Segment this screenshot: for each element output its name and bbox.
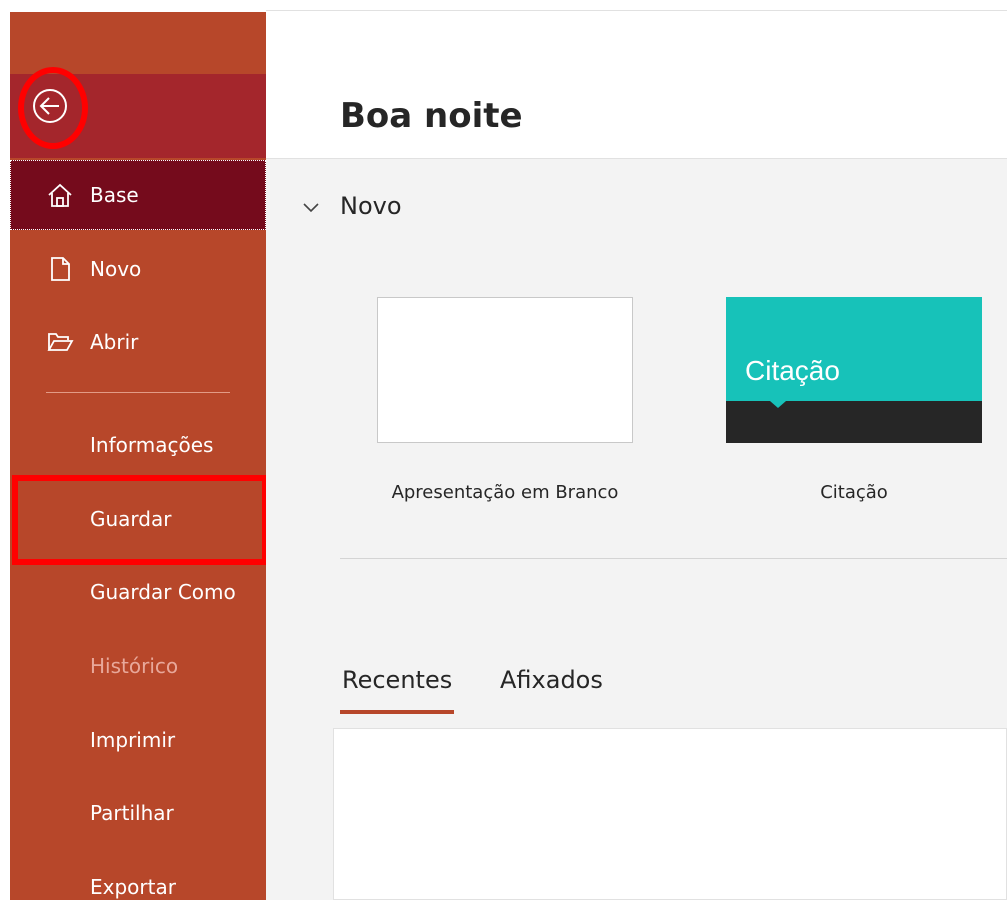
collapse-new-section-button[interactable] xyxy=(300,196,322,218)
sidebar-item-informacoes[interactable]: Informações xyxy=(10,410,266,480)
sidebar-item-label: Novo xyxy=(90,257,142,281)
page-title: Boa noite xyxy=(340,96,523,136)
window-top-border xyxy=(266,10,1007,11)
back-arrow-circle-icon xyxy=(33,89,67,123)
sidebar-item-label: Guardar xyxy=(90,507,172,531)
section-title-new: Novo xyxy=(340,192,402,220)
sidebar-item-label: Partilhar xyxy=(90,801,174,825)
sidebar-item-novo[interactable]: Novo xyxy=(10,234,266,304)
sidebar-item-label: Histórico xyxy=(90,654,179,678)
sidebar-item-label: Base xyxy=(90,183,139,207)
sidebar-divider xyxy=(46,392,230,393)
template-blank-thumbnail[interactable] xyxy=(377,297,633,443)
sidebar-item-label: Abrir xyxy=(90,330,139,354)
sidebar-item-abrir[interactable]: Abrir xyxy=(10,307,266,377)
tab-selected-indicator xyxy=(340,710,454,714)
sidebar-item-partilhar[interactable]: Partilhar xyxy=(10,778,266,848)
home-icon xyxy=(48,183,72,207)
sidebar-item-guardar[interactable]: Guardar xyxy=(10,484,266,554)
template-citacao-thumbnail[interactable]: Citação xyxy=(726,297,982,443)
tab-recentes[interactable]: Recentes xyxy=(342,666,452,694)
sidebar-item-historico: Histórico xyxy=(10,631,266,701)
sidebar-item-base[interactable]: Base xyxy=(10,160,266,230)
folder-open-icon xyxy=(47,333,74,351)
thumbnail-notch xyxy=(770,401,786,408)
main-header xyxy=(266,12,1007,159)
sidebar-item-exportar[interactable]: Exportar xyxy=(10,852,266,900)
thumbnail-dark-band xyxy=(726,401,982,443)
chevron-down-icon xyxy=(303,203,319,213)
back-button[interactable] xyxy=(32,88,68,124)
template-citacao-label[interactable]: Citação xyxy=(726,482,982,503)
sidebar-item-label: Exportar xyxy=(90,875,176,899)
sidebar-item-imprimir[interactable]: Imprimir xyxy=(10,705,266,775)
sidebar-item-label: Guardar Como xyxy=(90,580,236,604)
thumbnail-title: Citação xyxy=(745,355,840,386)
new-document-icon xyxy=(51,257,70,281)
sidebar-item-label: Imprimir xyxy=(90,728,176,752)
app-window: Base Novo Abrir Informações Guardar Guar… xyxy=(0,0,1007,900)
recent-files-panel xyxy=(333,728,1007,900)
sidebar-item-label: Informações xyxy=(90,433,214,457)
sidebar-item-guardar-como[interactable]: Guardar Como xyxy=(10,557,266,627)
section-divider xyxy=(340,558,1007,559)
tab-afixados[interactable]: Afixados xyxy=(500,666,603,694)
template-blank-label[interactable]: Apresentação em Branco xyxy=(377,482,633,503)
